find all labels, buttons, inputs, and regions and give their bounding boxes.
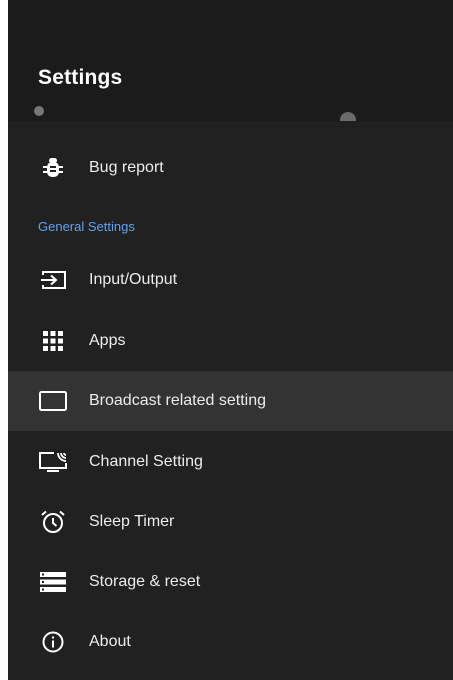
partial-toggle-icon <box>340 112 356 121</box>
list-item-label: Broadcast related setting <box>89 392 266 409</box>
section-header-general-settings: General Settings <box>38 219 135 234</box>
list-item-sleep-timer[interactable]: Sleep Timer <box>8 492 453 552</box>
list-item-storage-reset[interactable]: Storage & reset <box>8 552 453 612</box>
list-item-bug-report[interactable]: Bug report <box>8 138 453 198</box>
list-item-about[interactable]: About <box>8 612 453 672</box>
list-item-label: Input/Output <box>89 271 178 288</box>
list-item-input-output[interactable]: Input/Output <box>8 250 453 310</box>
list-item-channel-setting[interactable]: Channel Setting <box>8 432 453 492</box>
bug-icon <box>38 155 68 181</box>
list-item-apps[interactable]: Apps <box>8 311 453 371</box>
partially-hidden-list-item[interactable] <box>8 104 453 121</box>
list-item-label: Channel Setting <box>89 453 203 470</box>
list-item-label: Apps <box>89 332 126 349</box>
header: Settings <box>8 0 453 121</box>
list-item-broadcast-related-setting[interactable]: Broadcast related setting <box>8 371 453 431</box>
list-item-label: Storage & reset <box>89 573 201 590</box>
apps-grid-icon <box>38 328 68 354</box>
list-item-label: Sleep Timer <box>89 513 175 530</box>
info-icon <box>38 629 68 655</box>
list-item-label: Bug report <box>89 159 164 176</box>
partial-icon <box>34 106 44 116</box>
cast-tv-icon <box>38 449 68 475</box>
storage-icon <box>38 569 68 595</box>
page-title: Settings <box>38 66 123 89</box>
settings-panel: Settings Bug report General Settings Inp… <box>8 0 453 680</box>
input-icon <box>38 267 68 293</box>
alarm-icon <box>38 509 68 535</box>
tv-icon <box>38 388 68 414</box>
list-item-label: About <box>89 633 131 650</box>
